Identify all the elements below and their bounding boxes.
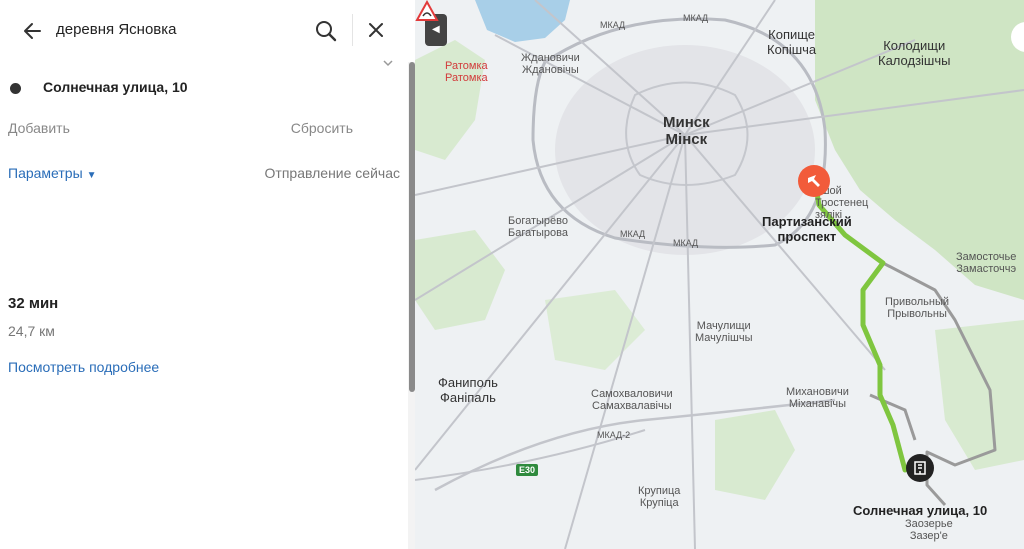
triangle-down-icon: ▼ [86, 170, 97, 181]
scrollbar-thumb[interactable] [409, 62, 415, 392]
mkad2-label: МКАД-2 [597, 430, 631, 440]
triangle-left-icon: ◀ [432, 24, 440, 35]
label-bogatyrevo: Богатырёво Багатырова [508, 215, 569, 239]
forest-s [715, 410, 795, 500]
forest-sw [415, 230, 505, 330]
label-machulishchi: Мачулищи Мачулішчы [695, 320, 753, 344]
alt-route-2 [869, 393, 917, 441]
mkad-label: МКАД [620, 229, 646, 239]
turn-arrow-icon [808, 175, 820, 187]
arrow-left-icon[interactable] [20, 18, 46, 44]
building-icon [914, 461, 926, 475]
label-samokhvalovichi: Самохваловичи Самахвалавічы [591, 388, 673, 412]
params-dropdown[interactable]: Параметры ▼ [8, 165, 97, 181]
start-marker[interactable] [798, 165, 830, 197]
label-fanipol: Фаниполь Фаніпаль [438, 375, 498, 405]
label-city-minsk: Минск Мінск [663, 114, 710, 148]
forest-nw [415, 40, 485, 160]
route-panel: деревня Ясновка Солнечная улица, 10 Доба… [0, 0, 415, 549]
route-point-dot-icon [10, 83, 21, 94]
e30-road-sign: E30 [516, 464, 539, 476]
label-start-route: Партизанский проспект [762, 214, 852, 244]
label-kolodishchi: Колодищи Калодзішчы [878, 38, 951, 68]
route-distance: 24,7 км [8, 323, 55, 339]
search-query[interactable]: деревня Ясновка [56, 21, 176, 38]
divider [352, 14, 353, 46]
label-zhdanovichi: Ждановичи Ждановічы [521, 52, 580, 76]
label-zamostochye: Замосточье Замасточчэ [956, 251, 1017, 275]
warning-icon[interactable] [415, 0, 439, 22]
search-icon[interactable] [312, 17, 340, 45]
mkad-label: МКАД [673, 238, 699, 248]
departure-time[interactable]: Отправление сейчас [265, 165, 400, 181]
label-ratomka: Ратомка Ратомка [445, 60, 488, 84]
search-bar: деревня Ясновка [0, 0, 410, 62]
params-label: Параметры [8, 165, 83, 181]
details-link[interactable]: Посмотреть подробнее [8, 359, 159, 375]
reset-button[interactable]: Сбросить [291, 120, 353, 136]
forest-mid [545, 290, 645, 370]
close-icon[interactable] [364, 18, 388, 42]
forest-se [935, 320, 1024, 470]
chevron-down-icon[interactable] [382, 58, 394, 68]
end-marker[interactable] [906, 454, 934, 482]
mkad-label: МКАД [600, 20, 626, 30]
route-duration: 32 мин [8, 295, 59, 312]
lake [475, 0, 570, 42]
add-point-button[interactable]: Добавить [8, 120, 70, 136]
route-point-label[interactable]: Солнечная улица, 10 [43, 79, 188, 95]
mkad-label: МКАД [683, 13, 709, 23]
label-kopishche: Копище Копішча [767, 27, 817, 57]
label-end-route: Солнечная улица, 10 [853, 503, 988, 518]
label-mikhanovichi: Михановичи Міханавічы [786, 386, 849, 410]
label-zazerye: Заозерье Зазер'е [905, 518, 953, 542]
label-privolny: Привольный Прывольны [885, 296, 950, 320]
label-krupitsa: Крупица Крупіца [638, 485, 681, 509]
map-view[interactable]: ◀ Ратомка Ратомка Ждановичи Ждановічы Копи… [415, 0, 1024, 549]
